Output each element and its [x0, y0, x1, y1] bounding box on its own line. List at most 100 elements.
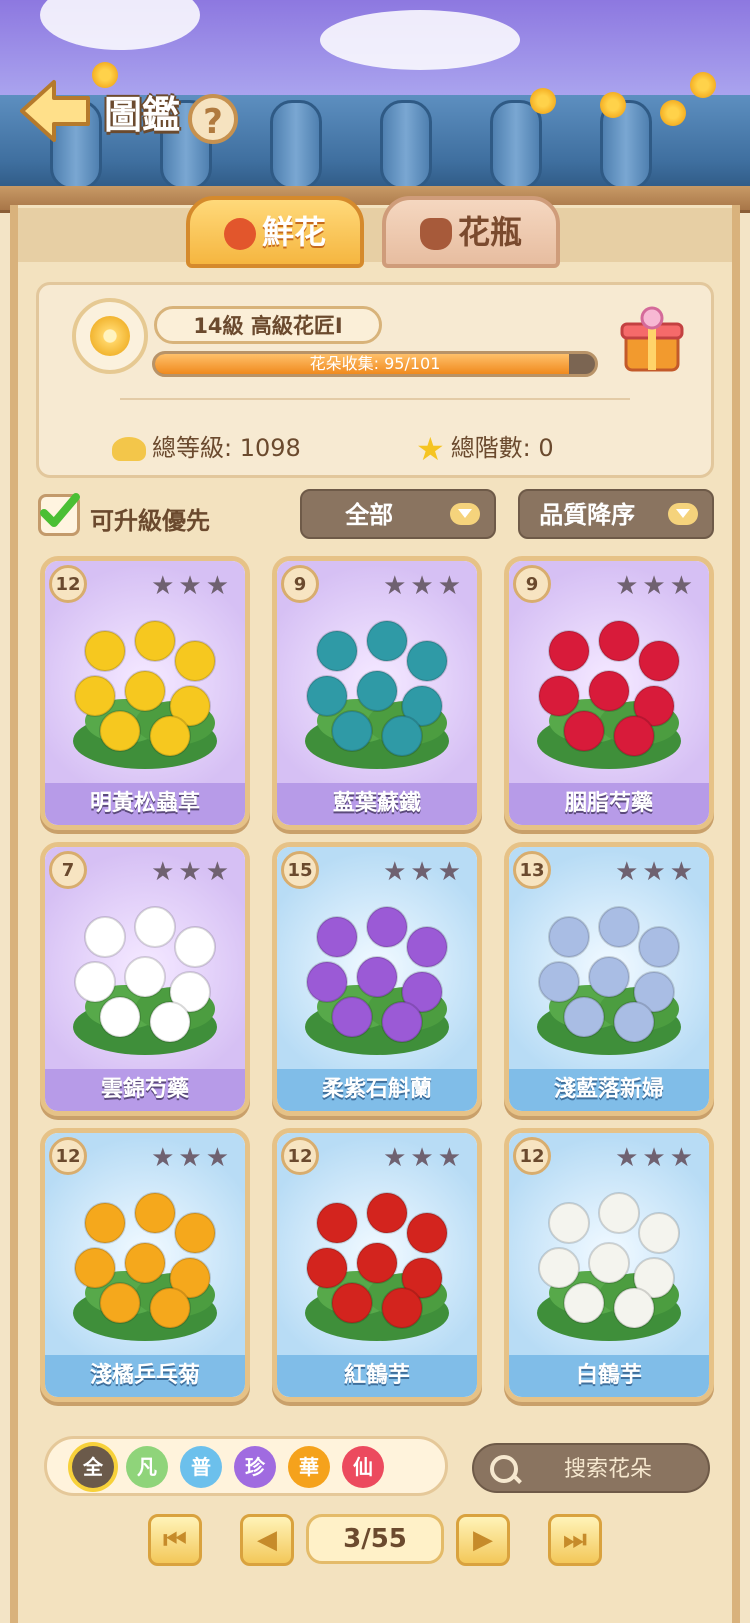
- star-rating: ★★★: [615, 571, 697, 601]
- flower-name: 明黃松蟲草: [45, 783, 245, 825]
- flower-card[interactable]: 12 ★★★ 明黃松蟲草: [40, 556, 250, 830]
- star-rating: ★★★: [615, 1143, 697, 1173]
- flower-illustration: [537, 906, 681, 1055]
- flower-name: 藍葉蘇鐵: [277, 783, 477, 825]
- blossom-decoration: [660, 100, 686, 126]
- star-icon: ★: [615, 857, 643, 887]
- flower-name: 胭脂芍藥: [509, 783, 709, 825]
- back-arrow-icon[interactable]: [18, 78, 92, 144]
- flower-card[interactable]: 13 ★★★ 淺藍落新婦: [504, 842, 714, 1116]
- star-icon: ★: [205, 571, 233, 601]
- flower-card[interactable]: 9 ★★★ 藍葉蘇鐵: [272, 556, 482, 830]
- star-icon: ★: [416, 430, 445, 468]
- upgrade-first-label: 可升級優先: [90, 507, 210, 535]
- level-badge: 9: [513, 565, 551, 603]
- star-icon: ★: [383, 857, 411, 887]
- level-badge: 12: [49, 1137, 87, 1175]
- star-rating: ★★★: [383, 1143, 465, 1173]
- flower-card[interactable]: 12 ★★★ 白鶴芋: [504, 1128, 714, 1402]
- rarity-filter-button[interactable]: 凡: [126, 1446, 168, 1488]
- flower-illustration: [73, 1192, 217, 1341]
- star-icon: ★: [151, 1143, 179, 1173]
- star-icon: ★: [642, 1143, 670, 1173]
- flower-illustration: [305, 620, 449, 769]
- star-icon: ★: [615, 571, 643, 601]
- flower-name: 柔紫石斛蘭: [277, 1069, 477, 1111]
- star-icon: ★: [410, 571, 438, 601]
- star-icon: ★: [383, 571, 411, 601]
- star-icon: ★: [151, 571, 179, 601]
- level-badge: 9: [281, 565, 319, 603]
- gift-icon[interactable]: [620, 306, 684, 374]
- star-icon: ★: [178, 857, 206, 887]
- roof-tile: [270, 100, 322, 190]
- tab-label: 花瓶: [457, 213, 522, 251]
- rarity-filter-button[interactable]: 普: [180, 1446, 222, 1488]
- flower-emblem-icon: [90, 316, 130, 356]
- total-stage-stat: ★ 總階數: 0: [416, 428, 554, 468]
- first-page-button[interactable]: ⏮: [148, 1514, 202, 1566]
- star-icon: ★: [437, 571, 465, 601]
- sort-dropdown[interactable]: 品質降序: [518, 489, 714, 539]
- rarity-filter-button[interactable]: 華: [288, 1446, 330, 1488]
- collection-progress-text: 花朵收集: 95/101: [309, 354, 441, 373]
- total-level-text: 總等級: 1098: [152, 434, 301, 462]
- prev-page-button[interactable]: ◀: [240, 1514, 294, 1566]
- level-badge: 13: [513, 851, 551, 889]
- star-rating: ★★★: [151, 1143, 233, 1173]
- collection-progress-bar: 花朵收集: 95/101: [152, 351, 598, 377]
- flower-card[interactable]: 9 ★★★ 胭脂芍藥: [504, 556, 714, 830]
- star-rating: ★★★: [615, 857, 697, 887]
- last-page-button[interactable]: ⏭: [548, 1514, 602, 1566]
- star-icon: ★: [205, 1143, 233, 1173]
- tabs-bar: [18, 208, 732, 262]
- star-rating: ★★★: [151, 571, 233, 601]
- star-icon: ★: [669, 857, 697, 887]
- star-icon: ★: [151, 857, 179, 887]
- upgrade-first-checkbox[interactable]: [38, 493, 80, 536]
- level-badge: 7: [49, 851, 87, 889]
- flower-card[interactable]: 7 ★★★ 雲錦芍藥: [40, 842, 250, 1116]
- roof-tile: [490, 100, 542, 190]
- blossom-decoration: [530, 88, 556, 114]
- total-stage-text: 總階數: 0: [450, 434, 554, 462]
- blossom-decoration: [600, 92, 626, 118]
- flower-name: 雲錦芍藥: [45, 1069, 245, 1111]
- star-icon: ★: [178, 1143, 206, 1173]
- flower-illustration: [305, 906, 449, 1055]
- page-indicator: 3/55: [306, 1514, 444, 1564]
- star-rating: ★★★: [383, 857, 465, 887]
- chevron-down-icon: [668, 503, 698, 525]
- rarity-filter-button[interactable]: 珍: [234, 1446, 276, 1488]
- level-badge: 12: [281, 1137, 319, 1175]
- star-icon: ★: [615, 1143, 643, 1173]
- rarity-filter-button[interactable]: 仙: [342, 1446, 384, 1488]
- search-box[interactable]: 搜索花朵: [472, 1443, 710, 1493]
- help-button[interactable]: ?: [188, 94, 238, 144]
- star-icon: ★: [205, 857, 233, 887]
- category-dropdown[interactable]: 全部: [300, 489, 496, 539]
- flower-card[interactable]: 15 ★★★ 柔紫石斛蘭: [272, 842, 482, 1116]
- page-title: 圖鑑: [104, 93, 181, 137]
- flower-name: 紅鶴芋: [277, 1355, 477, 1397]
- level-title: 14級 高級花匠Ⅰ: [154, 306, 382, 344]
- tab-flowers[interactable]: 鮮花: [186, 196, 364, 268]
- flower-card[interactable]: 12 ★★★ 淺橘乒乓菊: [40, 1128, 250, 1402]
- flower-name: 白鶴芋: [509, 1355, 709, 1397]
- star-rating: ★★★: [383, 571, 465, 601]
- level-badge: 12: [49, 565, 87, 603]
- sprout-icon: [112, 437, 146, 461]
- flower-illustration: [537, 1192, 681, 1341]
- flower-card[interactable]: 12 ★★★ 紅鶴芋: [272, 1128, 482, 1402]
- level-badge: 12: [513, 1137, 551, 1175]
- flower-illustration: [73, 620, 217, 769]
- star-icon: ★: [437, 1143, 465, 1173]
- star-icon: ★: [410, 857, 438, 887]
- flower-name: 淺藍落新婦: [509, 1069, 709, 1111]
- tab-vases[interactable]: 花瓶: [382, 196, 560, 268]
- flower-illustration: [537, 620, 681, 769]
- rarity-filter-button[interactable]: 全: [72, 1446, 114, 1488]
- next-page-button[interactable]: ▶: [456, 1514, 510, 1566]
- roof-tile: [380, 100, 432, 190]
- flower-illustration: [305, 1192, 449, 1341]
